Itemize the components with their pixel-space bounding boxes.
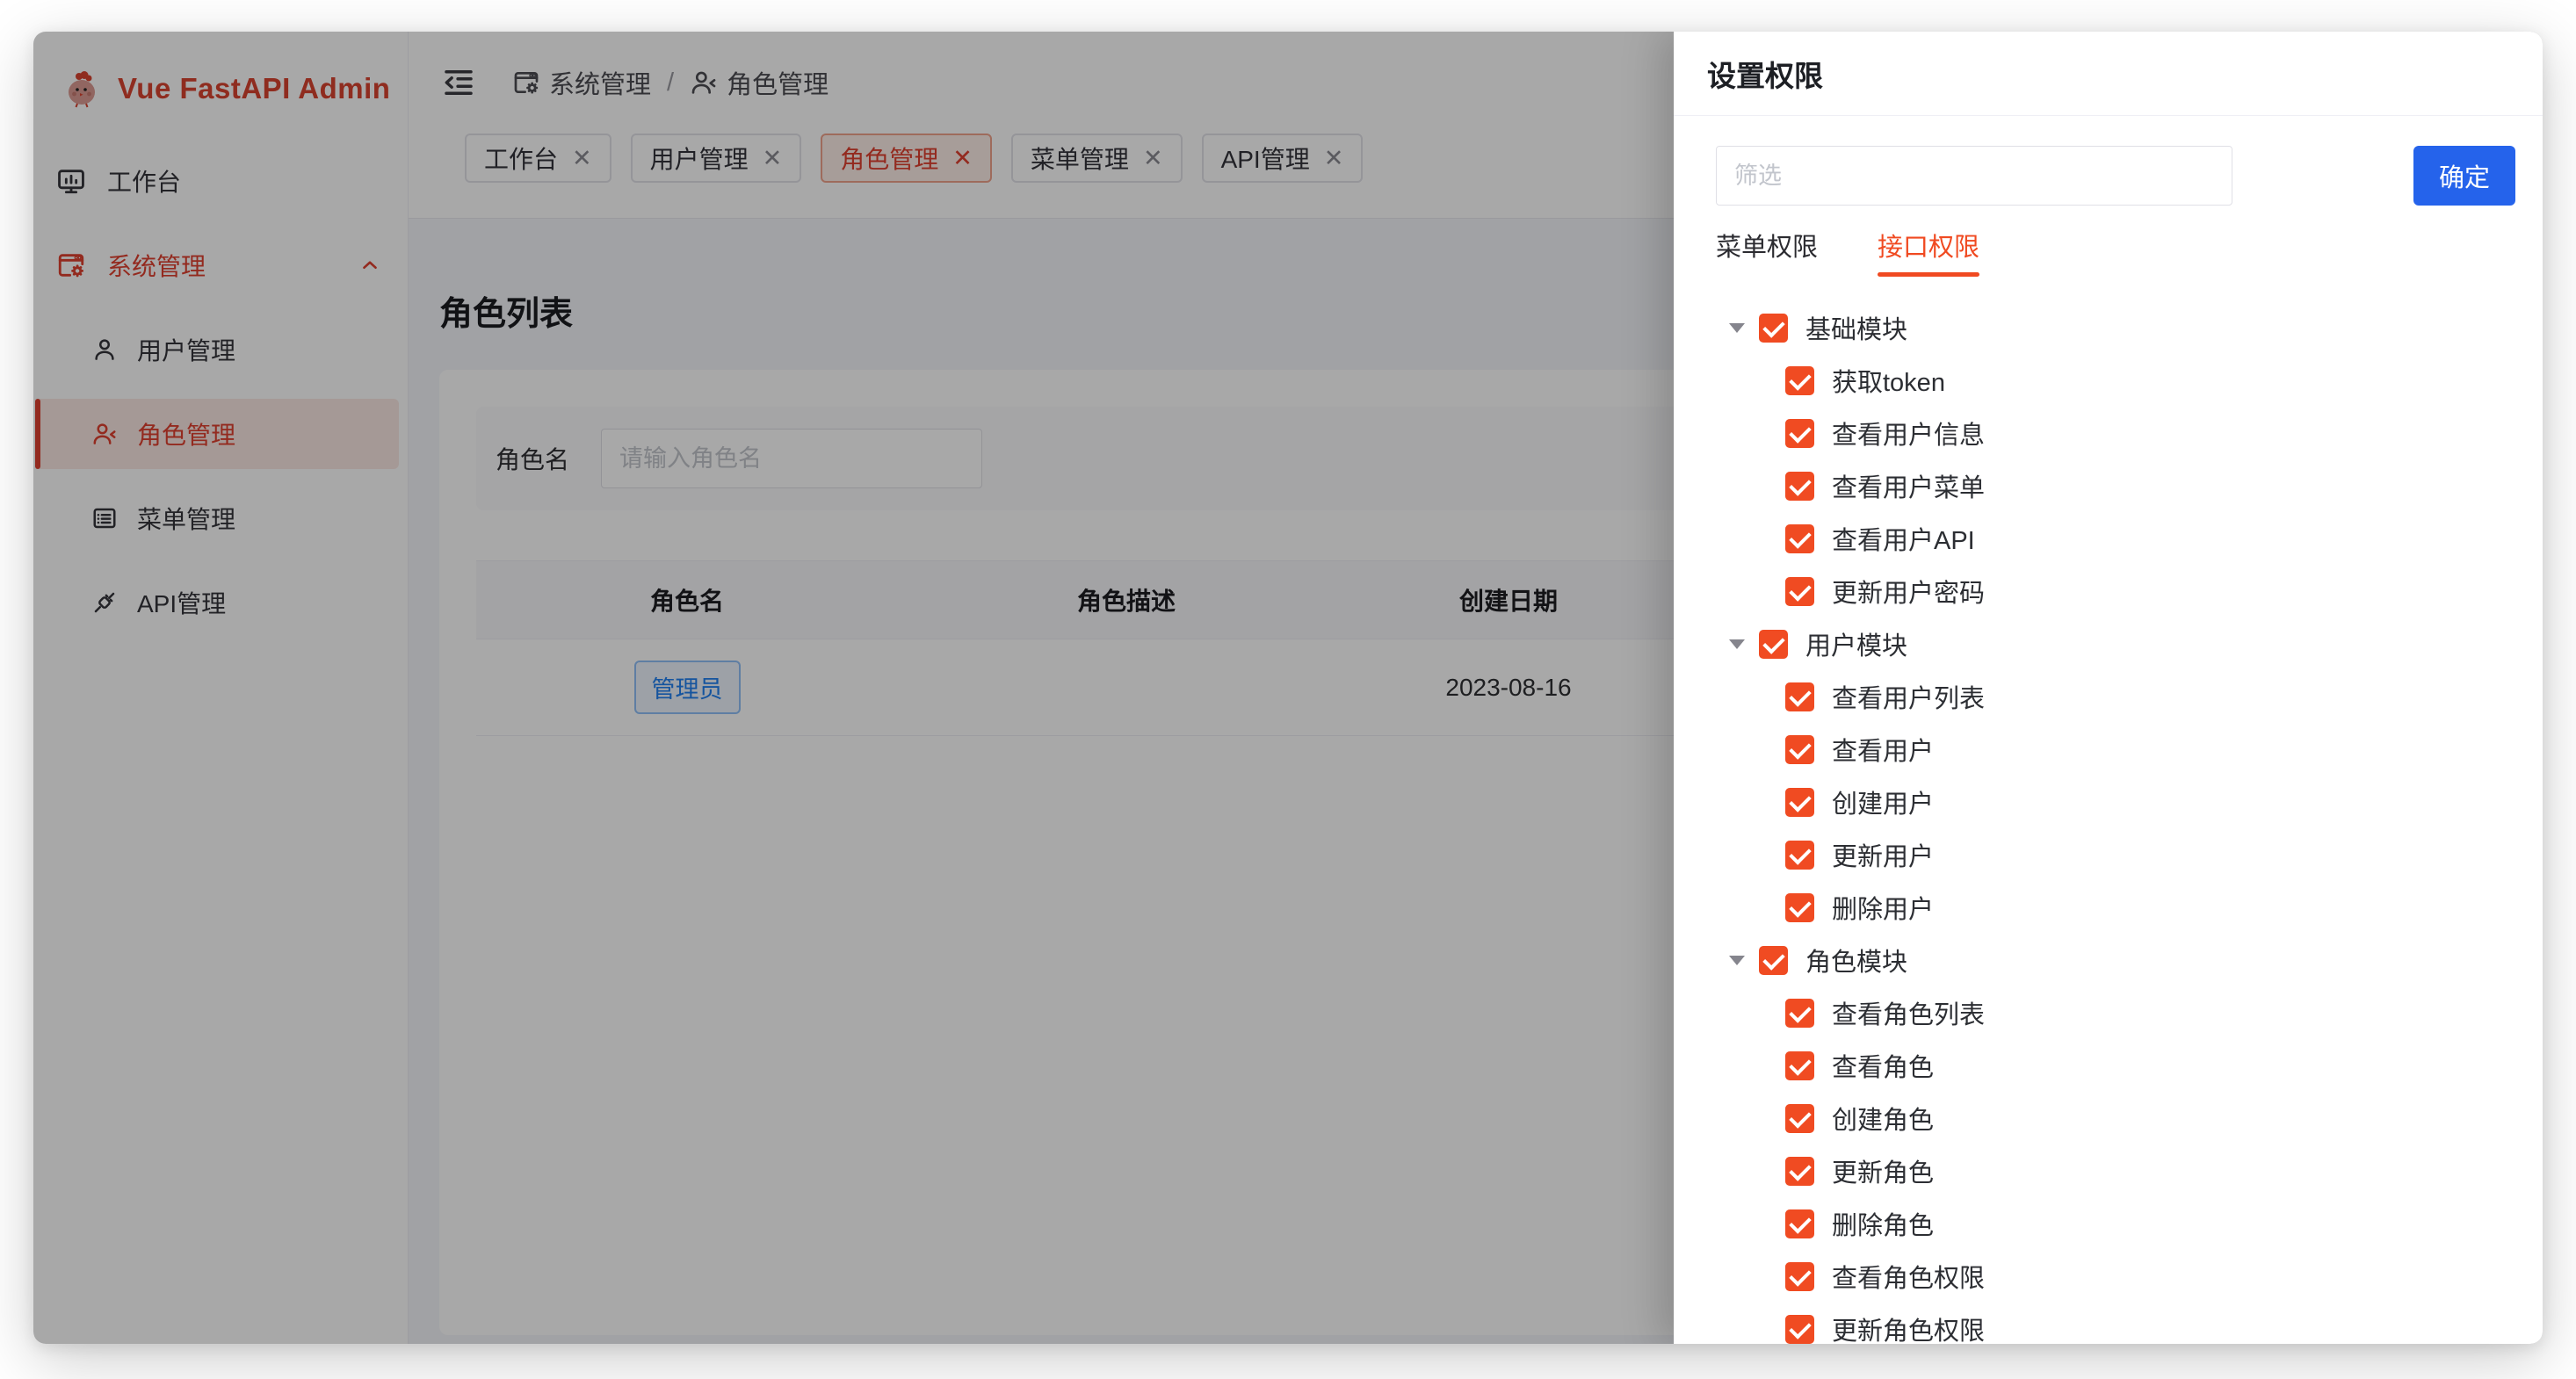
drawer-body: 确定 菜单权限 接口权限 基础模块 获取token 查看用户信息 [1674, 116, 2543, 1344]
permission-tabs: 菜单权限 接口权限 [1716, 227, 2515, 282]
app-window: Vue FastAPI Admin 工作台 [33, 32, 2543, 1344]
expand-arrow-icon[interactable] [1729, 956, 1745, 965]
set-permissions-drawer: 设置权限 确定 菜单权限 接口权限 基础模块 获取token [1674, 32, 2543, 1344]
tree-row[interactable]: 查看用户菜单 [1716, 459, 2515, 512]
tree-label[interactable]: 查看角色 [1832, 1047, 1934, 1084]
tree-row[interactable]: 角色模块 [1716, 934, 2515, 986]
confirm-button[interactable]: 确定 [2413, 146, 2515, 206]
checkbox-checked[interactable] [1785, 472, 1814, 501]
checkbox-checked[interactable] [1785, 893, 1814, 922]
tree-label[interactable]: 基础模块 [1805, 309, 1907, 346]
tree-row[interactable]: 查看用户列表 [1716, 670, 2515, 723]
permissions-tree: 基础模块 获取token 查看用户信息 查看用户菜单 查看用户API [1716, 301, 2515, 1344]
checkbox-checked[interactable] [1785, 682, 1814, 711]
tree-row[interactable]: 更新角色 [1716, 1144, 2515, 1197]
tree-row[interactable]: 获取token [1716, 354, 2515, 407]
tree-label[interactable]: 删除用户 [1832, 889, 1934, 926]
checkbox-checked[interactable] [1785, 1051, 1814, 1080]
tree-row[interactable]: 删除角色 [1716, 1197, 2515, 1250]
tab-menu-permissions[interactable]: 菜单权限 [1716, 227, 1818, 282]
drawer-title: 设置权限 [1674, 32, 2543, 116]
tree-label[interactable]: 更新用户密码 [1832, 573, 1985, 610]
tree-row[interactable]: 查看角色列表 [1716, 986, 2515, 1039]
checkbox-checked[interactable] [1759, 946, 1788, 975]
tree-row[interactable]: 删除用户 [1716, 881, 2515, 934]
checkbox-checked[interactable] [1759, 630, 1788, 659]
tree-row[interactable]: 查看用户信息 [1716, 407, 2515, 459]
checkbox-checked[interactable] [1785, 524, 1814, 553]
tree-row[interactable]: 创建用户 [1716, 776, 2515, 828]
tree-row[interactable]: 更新用户 [1716, 828, 2515, 881]
tree-row[interactable]: 基础模块 [1716, 301, 2515, 354]
expand-arrow-icon[interactable] [1729, 323, 1745, 333]
tree-label[interactable]: 查看用户信息 [1832, 415, 1985, 451]
tree-label[interactable]: 更新用户 [1832, 836, 1934, 873]
checkbox-checked[interactable] [1785, 841, 1814, 870]
tree-row[interactable]: 更新角色权限 [1716, 1303, 2515, 1344]
checkbox-checked[interactable] [1785, 788, 1814, 817]
tree-row[interactable]: 查看角色权限 [1716, 1250, 2515, 1303]
tree-row[interactable]: 更新用户密码 [1716, 565, 2515, 617]
expand-arrow-icon[interactable] [1729, 639, 1745, 649]
tree-label[interactable]: 查看用户 [1832, 731, 1934, 768]
tree-label[interactable]: 创建角色 [1832, 1100, 1934, 1137]
tree-row[interactable]: 用户模块 [1716, 617, 2515, 670]
checkbox-checked[interactable] [1785, 1262, 1814, 1291]
tree-row[interactable]: 创建角色 [1716, 1092, 2515, 1144]
checkbox-checked[interactable] [1785, 1104, 1814, 1133]
tree-label[interactable]: 查看用户API [1832, 520, 1975, 557]
checkbox-checked[interactable] [1785, 1209, 1814, 1238]
tree-row[interactable]: 查看用户 [1716, 723, 2515, 776]
tree-label[interactable]: 更新角色权限 [1832, 1310, 1985, 1344]
checkbox-checked[interactable] [1785, 735, 1814, 764]
tree-label[interactable]: 角色模块 [1805, 942, 1907, 978]
filter-input[interactable] [1716, 146, 2232, 206]
checkbox-checked[interactable] [1785, 419, 1814, 448]
tree-label[interactable]: 删除角色 [1832, 1205, 1934, 1242]
checkbox-checked[interactable] [1785, 577, 1814, 606]
checkbox-checked[interactable] [1759, 314, 1788, 343]
checkbox-checked[interactable] [1785, 1157, 1814, 1186]
tree-label[interactable]: 创建用户 [1832, 783, 1934, 820]
checkbox-checked[interactable] [1785, 999, 1814, 1028]
tree-label[interactable]: 查看角色列表 [1832, 994, 1985, 1031]
tree-label[interactable]: 查看用户菜单 [1832, 467, 1985, 504]
tree-label[interactable]: 获取token [1832, 362, 1945, 399]
tree-label[interactable]: 查看角色权限 [1832, 1258, 1985, 1295]
tree-label[interactable]: 更新角色 [1832, 1152, 1934, 1189]
tree-label[interactable]: 查看用户列表 [1832, 678, 1985, 715]
tab-api-permissions[interactable]: 接口权限 [1878, 227, 1979, 282]
checkbox-checked[interactable] [1785, 1315, 1814, 1344]
checkbox-checked[interactable] [1785, 366, 1814, 395]
tree-row[interactable]: 查看角色 [1716, 1039, 2515, 1092]
tree-label[interactable]: 用户模块 [1805, 625, 1907, 662]
tree-row[interactable]: 查看用户API [1716, 512, 2515, 565]
filter-row: 确定 [1716, 146, 2515, 206]
